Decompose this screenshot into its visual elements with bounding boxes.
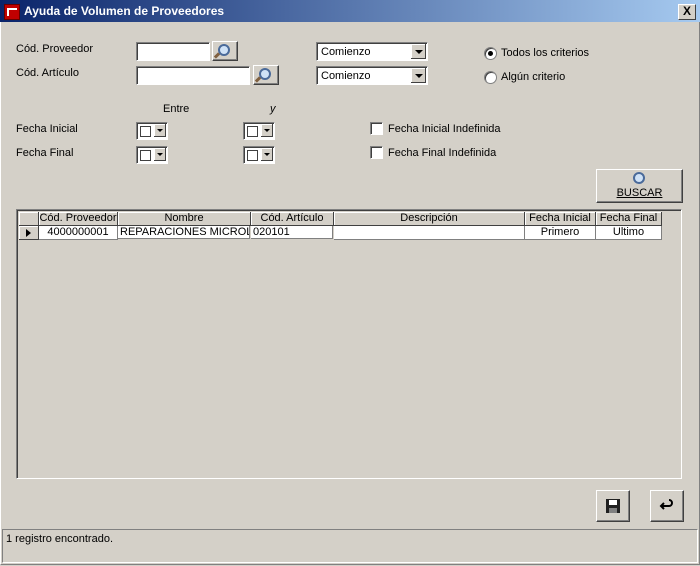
entre-label: Entre	[163, 103, 190, 115]
column-header[interactable]: Fecha Final	[596, 212, 662, 226]
fecha-inicial-indefinida-label[interactable]: Fecha Inicial Indefinida	[388, 123, 501, 135]
y-label: y	[270, 103, 276, 115]
cod-articulo-match-select[interactable]: Comienzo	[316, 66, 428, 85]
fecha-final-hasta-picker[interactable]	[243, 146, 275, 164]
date-checkbox[interactable]	[140, 150, 151, 161]
criteria-any-label[interactable]: Algún criterio	[501, 71, 565, 83]
cod-proveedor-input[interactable]	[136, 42, 210, 61]
table-cell[interactable]: 4000000001	[39, 226, 118, 240]
undo-button[interactable]	[650, 490, 684, 522]
row-indicator[interactable]	[19, 226, 39, 240]
cod-proveedor-label: Cód. Proveedor	[16, 43, 94, 55]
chevron-down-icon[interactable]	[154, 124, 166, 137]
table-cell[interactable]: Ultimo	[596, 226, 662, 240]
column-header[interactable]: Cód. Artículo	[251, 212, 334, 226]
fecha-inicial-indefinida-checkbox[interactable]	[370, 122, 383, 135]
criteria-any-radio[interactable]	[484, 71, 497, 84]
criteria-all-label[interactable]: Todos los criterios	[501, 47, 589, 59]
save-button[interactable]	[596, 490, 630, 522]
date-checkbox[interactable]	[247, 126, 258, 137]
grid-corner	[19, 212, 39, 226]
search-articulo-button[interactable]	[253, 65, 279, 85]
buscar-button[interactable]: BUSCAR	[596, 169, 683, 203]
window-title: Ayuda de Volumen de Proveedores	[24, 4, 225, 18]
column-header[interactable]: Fecha Inicial	[525, 212, 596, 226]
fecha-final-desde-picker[interactable]	[136, 146, 168, 164]
chevron-down-icon[interactable]	[410, 44, 426, 59]
fecha-final-label: Fecha Final	[16, 147, 74, 159]
floppy-disk-icon	[606, 499, 620, 513]
search-proveedor-button[interactable]	[212, 41, 238, 61]
magnifier-icon	[633, 172, 645, 184]
app-icon	[4, 4, 20, 20]
chevron-down-icon[interactable]	[410, 68, 426, 83]
status-bar: 1 registro encontrado.	[2, 529, 698, 563]
cod-proveedor-match-select[interactable]: Comienzo	[316, 42, 428, 61]
title-bar: Ayuda de Volumen de Proveedores X	[0, 0, 700, 22]
cod-articulo-input[interactable]	[136, 66, 250, 85]
column-header[interactable]: Cód. Proveedor	[39, 212, 118, 226]
date-checkbox[interactable]	[247, 150, 258, 161]
date-checkbox[interactable]	[140, 126, 151, 137]
table-cell[interactable]	[334, 226, 525, 240]
fecha-final-indefinida-label[interactable]: Fecha Final Indefinida	[388, 147, 496, 159]
chevron-down-icon[interactable]	[261, 148, 273, 161]
column-header[interactable]: Descripción	[334, 212, 525, 226]
results-grid[interactable]: Cód. Proveedor Nombre Cód. Artículo Desc…	[16, 209, 682, 479]
fecha-final-indefinida-checkbox[interactable]	[370, 146, 383, 159]
criteria-all-radio[interactable]	[484, 47, 497, 60]
column-header[interactable]: Nombre	[118, 212, 251, 226]
cod-articulo-label: Cód. Artículo	[16, 67, 79, 79]
close-button[interactable]: X	[678, 4, 696, 20]
fecha-inicial-hasta-picker[interactable]	[243, 122, 275, 140]
undo-icon	[659, 499, 673, 510]
table-cell[interactable]: REPARACIONES MICROL	[118, 226, 250, 239]
chevron-down-icon[interactable]	[261, 124, 273, 137]
chevron-down-icon[interactable]	[154, 148, 166, 161]
table-cell[interactable]: Primero	[525, 226, 596, 240]
status-text: 1 registro encontrado.	[6, 533, 114, 545]
fecha-inicial-desde-picker[interactable]	[136, 122, 168, 140]
fecha-inicial-label: Fecha Inicial	[16, 123, 78, 135]
table-cell[interactable]: 020101	[251, 226, 333, 239]
